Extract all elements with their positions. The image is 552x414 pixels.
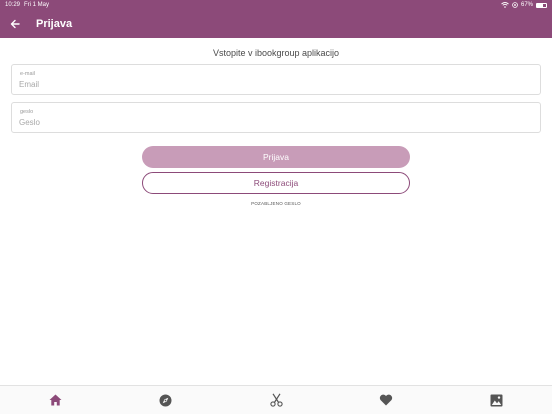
email-input[interactable] <box>19 80 519 89</box>
login-heading: Vstopite v ibookgroup aplikacijo <box>212 48 340 58</box>
orientation-lock-icon <box>512 2 518 8</box>
status-date: Fri 1 May <box>24 2 50 8</box>
compass-icon <box>159 394 172 406</box>
battery-percent: 67% <box>520 2 533 8</box>
arrow-left-icon <box>10 19 20 29</box>
email-field[interactable]: e-mail <box>11 64 541 95</box>
image-icon <box>490 394 503 406</box>
login-button[interactable]: Prijava <box>142 146 410 168</box>
status-time: 10:29 <box>5 2 21 8</box>
tab-explore[interactable] <box>110 386 220 414</box>
email-label: e-mail <box>20 71 35 77</box>
page-title: Prijava <box>36 18 73 30</box>
tab-gallery[interactable] <box>442 386 552 414</box>
app-screen: 10:29 Fri 1 May 67% Prijava Vstopite v i… <box>0 0 552 414</box>
scissors-icon <box>269 393 283 407</box>
tab-home[interactable] <box>0 386 110 414</box>
wifi-icon <box>501 2 509 8</box>
password-input[interactable] <box>19 118 519 127</box>
register-button[interactable]: Registracija <box>142 172 410 194</box>
bottom-tab-bar <box>0 385 552 414</box>
password-label: geslo <box>20 109 34 115</box>
app-bar: Prijava <box>0 10 552 38</box>
tab-favorites[interactable] <box>331 386 441 414</box>
home-icon <box>49 394 62 406</box>
battery-icon <box>536 2 547 8</box>
password-field[interactable]: geslo <box>11 102 541 133</box>
status-bar: 10:29 Fri 1 May 67% <box>0 0 552 10</box>
forgot-password-link[interactable]: POZABLJENO GESLO <box>0 201 552 206</box>
back-button[interactable] <box>0 10 30 38</box>
tab-services[interactable] <box>221 386 331 414</box>
heart-icon <box>380 394 393 406</box>
